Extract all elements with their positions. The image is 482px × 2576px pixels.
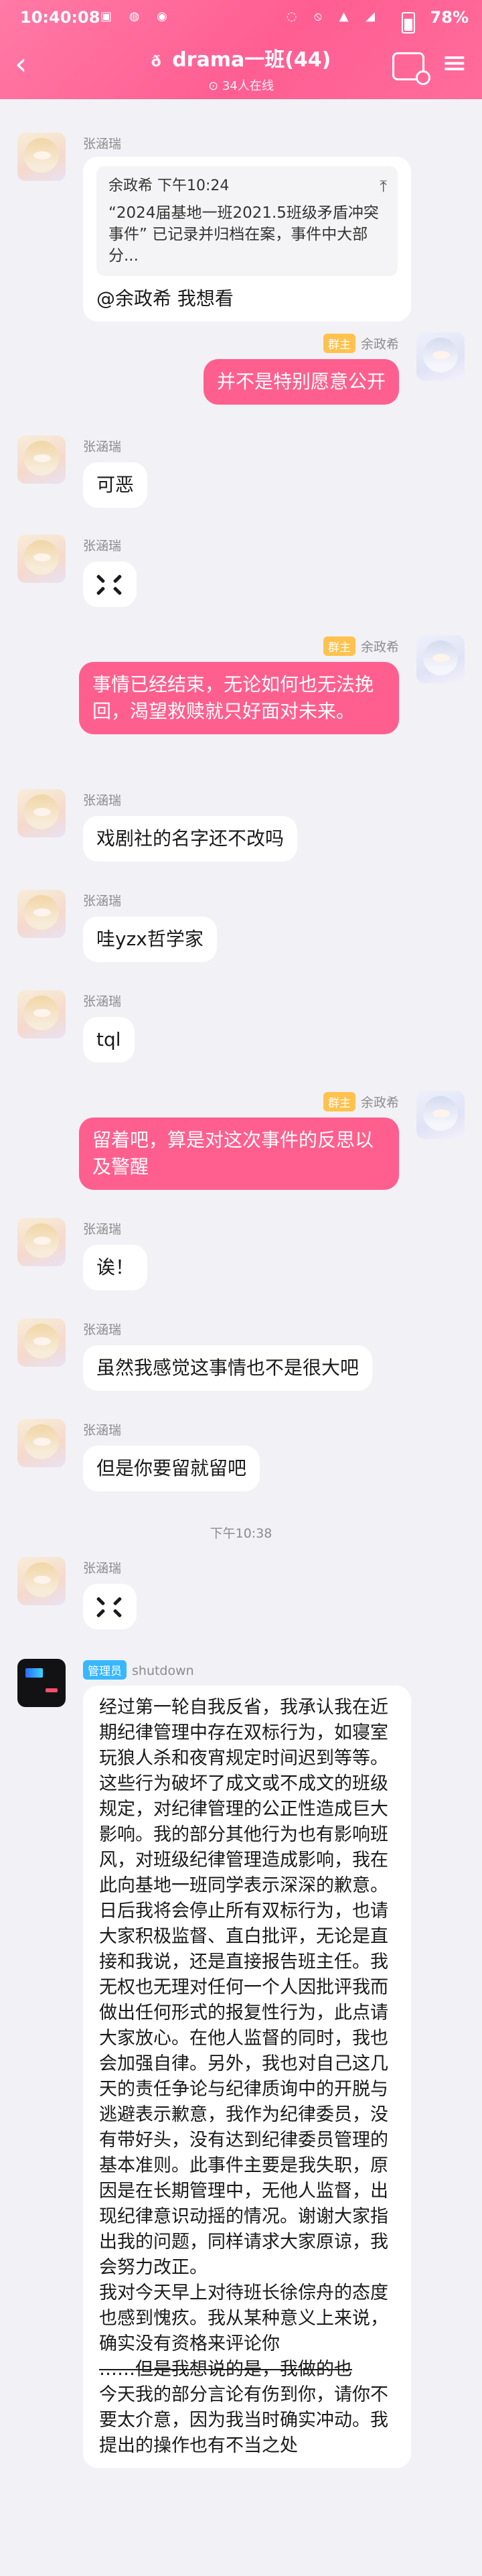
avatar[interactable] [416,332,465,381]
message-text: 经过第一轮自我反省，我承认我在近期纪律管理中存在双标行为，如寝室玩狼人杀和夜宵规… [99,1697,388,2278]
avatar[interactable] [17,1557,66,1605]
fire-icon: ð [151,54,161,70]
jump-to-icon[interactable]: ⤒ [380,176,387,197]
battery-icon [402,12,415,33]
signal-icons: ◌ ⦸ ▲ ◢ [286,9,382,23]
battery-level: 78% [430,8,469,27]
avatar[interactable] [17,1419,66,1467]
message-bubble[interactable]: 但是你要留就留吧 [83,1446,260,1491]
avatar[interactable] [17,890,66,938]
message-bubble[interactable]: 并不是特别愿意公开 [203,359,399,405]
group-tag-icon[interactable] [392,52,430,85]
avatar[interactable] [17,435,66,484]
message-bubble[interactable]: 诶！ [83,1245,148,1290]
message-bubble[interactable]: 可恶 [83,462,148,508]
sender-name: 张涵瑞 [83,439,122,454]
avatar[interactable] [416,635,465,683]
message-bubble[interactable]: 留着吧，算是对这次事件的反思以及警醒 [79,1117,399,1190]
avatar[interactable] [17,535,66,583]
admin-badge: 管理员 [83,1660,127,1680]
notification-icons: ▣ ◍ ◉ [100,9,174,23]
owner-badge: 群主 [323,334,355,353]
angry-emoji-icon [96,1595,123,1620]
message-bubble[interactable]: 哇yzx哲学家 [83,917,217,962]
message-text: @余政希 我想看 [96,287,234,310]
sender-name: 张涵瑞 [83,1222,122,1237]
avatar[interactable] [17,789,66,837]
sender-name: 张涵瑞 [83,994,122,1009]
message-bubble[interactable]: 经过第一轮自我反省，我承认我在近期纪律管理中存在双标行为，如寝室玩狼人杀和夜宵规… [83,1686,411,2468]
message-bubble[interactable]: tql [83,1017,135,1063]
avatar[interactable] [17,1659,66,1707]
online-dot-icon: ⊙ [208,79,222,93]
message-bubble[interactable]: 事情已经结束，无论如何也无法挽回，渴望救赎就只好面对未来。 [79,662,399,734]
owner-badge: 群主 [323,1092,355,1111]
sender-name: 群主 余政希 [323,334,399,353]
message-text: 今天我的部分言论有伤到你，请你不要太介意，因为我当时确实冲动。我提出的操作也有不… [99,2384,388,2456]
message-text: 我对今天早上对待班长徐倧舟的态度也感到愧疚。我从某种意义上来说，确实没有资格来评… [99,2283,388,2354]
quoted-message[interactable]: 余政希 下午10:24 “2024届基地一班2021.5班级矛盾冲突事件” 已记… [96,166,398,276]
sender-name: 张涵瑞 [83,1423,122,1438]
message-bubble[interactable] [83,1584,137,1629]
menu-icon[interactable]: ≡ [441,47,467,78]
sender-name: 张涵瑞 [83,793,122,808]
quote-text: “2024届基地一班2021.5班级矛盾冲突事件” 已记录并归档在案，事件中大部… [108,204,379,265]
avatar[interactable] [17,990,66,1038]
message-bubble[interactable] [83,561,137,607]
message-bubble[interactable]: 戏剧社的名字还不改吗 [83,816,298,862]
sender-name: 管理员 shutdown [83,1660,194,1680]
quote-time: 下午10:24 [157,178,230,194]
owner-badge: 群主 [323,636,355,656]
sender-name: 张涵瑞 [83,1561,122,1576]
sender-name: 张涵瑞 [83,539,122,553]
message-text-struck: ……但是我想说的是，我做的也 [99,2359,352,2380]
status-bar: 10:40:08 ▣ ◍ ◉ ◌ ⦸ ▲ ◢ 78% [0,0,482,38]
sender-name: 张涵瑞 [83,137,122,151]
status-time: 10:40:08 [20,8,100,27]
angry-emoji-icon [96,572,123,598]
avatar[interactable] [17,1218,66,1266]
chat-header: 10:40:08 ▣ ◍ ◉ ◌ ⦸ ▲ ◢ 78% ‹ ð drama一班(4… [0,0,482,99]
avatar[interactable] [17,1318,66,1367]
time-separator: 下午10:38 [210,1526,272,1541]
message-bubble[interactable]: 虽然我感觉这事情也不是很大吧 [83,1345,373,1391]
online-count: 34人在线 [222,79,274,93]
sender-name: 群主 余政希 [323,1092,399,1111]
avatar[interactable] [17,133,66,181]
sender-name: 群主 余政希 [323,636,399,656]
sender-name: 张涵瑞 [83,1323,122,1337]
message-bubble[interactable]: 余政希 下午10:24 “2024届基地一班2021.5班级矛盾冲突事件” 已记… [83,157,411,322]
avatar[interactable] [416,1091,465,1139]
sender-name: 张涵瑞 [83,894,122,908]
chat-title: drama一班(44) [172,48,331,72]
quote-author: 余政希 [108,178,153,194]
